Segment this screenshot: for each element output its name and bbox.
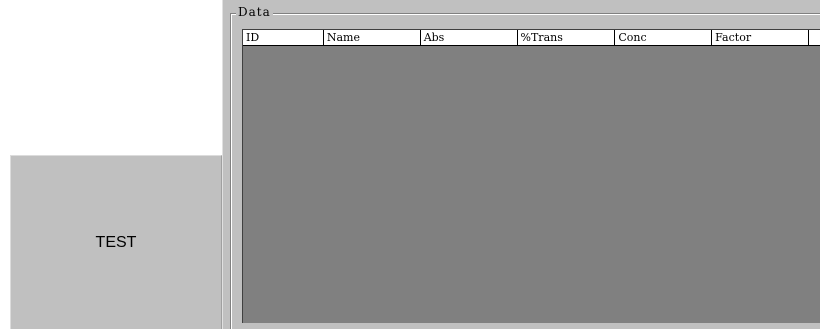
column-header-abs[interactable]: Abs	[420, 30, 518, 46]
groupbox-title: Data	[236, 5, 273, 19]
column-header-id[interactable]: ID	[243, 30, 324, 46]
column-header-filler	[809, 30, 820, 46]
column-header-trans[interactable]: %Trans	[517, 30, 616, 46]
column-header-conc[interactable]: Conc	[615, 30, 713, 46]
app-window: TEST Data ID Name Abs %Trans Conc Factor	[0, 0, 820, 329]
grid-body[interactable]	[243, 46, 820, 323]
column-header-factor[interactable]: Factor	[712, 30, 809, 46]
column-header-name[interactable]: Name	[323, 30, 421, 46]
data-grid[interactable]: ID Name Abs %Trans Conc Factor	[242, 29, 820, 323]
grid-header: ID Name Abs %Trans Conc Factor	[243, 30, 820, 46]
left-empty-area	[0, 0, 222, 155]
test-button[interactable]: TEST	[10, 155, 222, 329]
